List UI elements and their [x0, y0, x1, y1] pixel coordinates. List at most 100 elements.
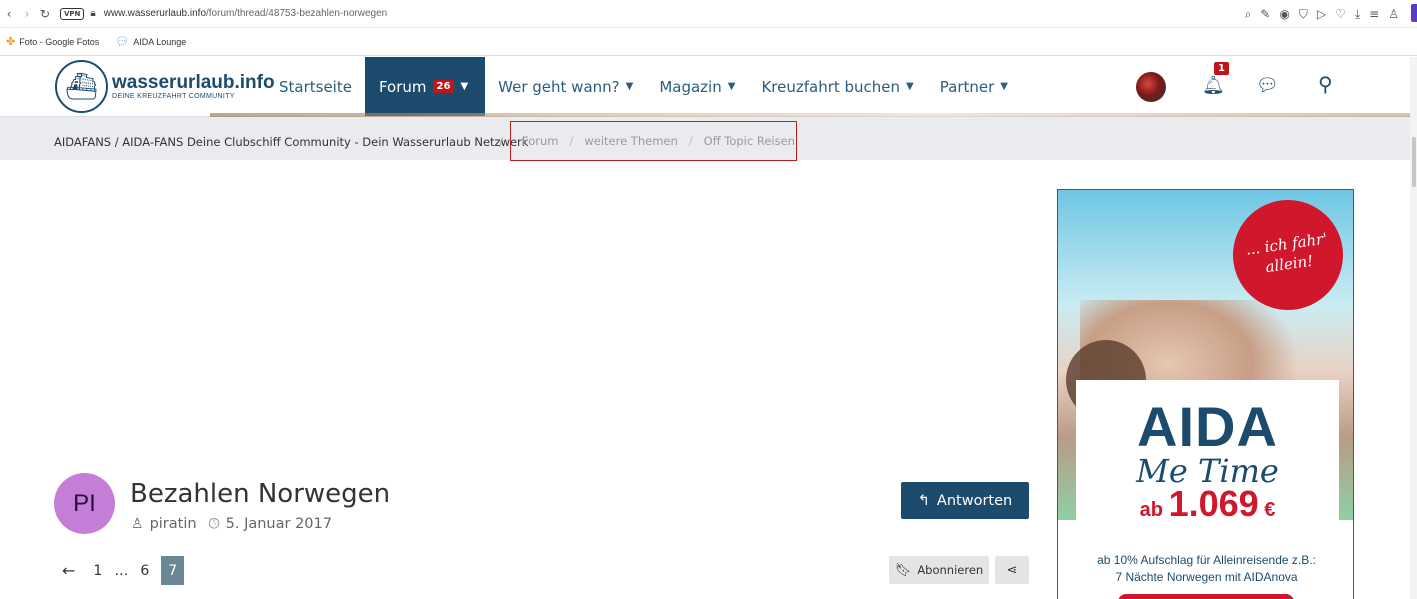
chat-bubble-icon: 💬︎	[115, 36, 130, 48]
breadcrumb-separator: /	[499, 135, 503, 149]
nav-item-startseite[interactable]: Startseite	[266, 57, 365, 116]
bookmark-google-fotos[interactable]: ✤ Foto - Google Fotos	[6, 35, 99, 48]
nav-item-forum[interactable]: Forum 26 ▼	[364, 57, 486, 116]
clock-icon: 🕓︎	[208, 516, 220, 532]
download-icon[interactable]: ⤓	[1355, 7, 1360, 22]
ad-card: AIDA Me Time ab 1.069 €	[1076, 380, 1339, 522]
main-nav: Startseite Forum 26 ▼ Wer geht wann? ▼ M…	[266, 57, 1021, 116]
browser-sidebar-edge	[1411, 4, 1417, 22]
pinwheel-icon: ✤	[6, 36, 16, 48]
reply-icon: ↰	[917, 492, 930, 509]
url-path: /forum/thread/48753-bezahlen-norwegen	[206, 8, 388, 19]
menu-icon[interactable]: ≡	[1369, 7, 1379, 21]
url-host: www.wasserurlaub.info	[103, 8, 206, 19]
caret-down-icon: ▼	[906, 81, 914, 92]
breadcrumb-separator: /	[688, 134, 693, 148]
pagination: ← 1 … 6 7	[62, 556, 185, 585]
thread-meta: ♙ piratin 🕓︎ 5. Januar 2017	[131, 516, 332, 532]
notification-badge: 1	[1214, 62, 1229, 75]
page-link[interactable]: 6	[140, 563, 149, 579]
edit-icon[interactable]: ✎	[1260, 7, 1270, 21]
nav-label: Magazin	[659, 77, 722, 96]
author-avatar[interactable]: PI	[54, 473, 115, 534]
caret-down-icon: ▼	[625, 81, 634, 92]
camera-icon[interactable]: ◉	[1279, 7, 1289, 21]
bell-icon[interactable]: 🔔︎	[1202, 75, 1225, 96]
nav-label: Startseite	[279, 77, 352, 96]
ad-footer: ab 10% Aufschlag für Alleinreisende z.B.…	[1058, 520, 1353, 599]
ad-currency: €	[1264, 499, 1276, 521]
logo-title: wasserurlaub.info	[112, 72, 275, 93]
page-link[interactable]: 1	[93, 563, 102, 579]
ad-price-value: 1.069	[1168, 483, 1259, 524]
bookmark-icon: 🔖︎	[894, 562, 912, 578]
nav-label: Wer geht wann?	[498, 77, 620, 96]
nav-item-partner[interactable]: Partner ▼	[927, 57, 1021, 116]
nav-item-wer-geht-wann[interactable]: Wer geht wann? ▼	[485, 57, 646, 116]
bookmark-label: Foto - Google Fotos	[19, 36, 100, 47]
caret-down-icon: ▼	[727, 81, 736, 92]
url-field[interactable]: www.wasserurlaub.info/forum/thread/48753…	[104, 8, 388, 19]
breadcrumb-item-forum[interactable]: Forum	[522, 134, 558, 148]
search-icon[interactable]: ⚲	[1318, 72, 1333, 96]
zoom-icon[interactable]: ⌕	[1245, 7, 1252, 22]
thread-author[interactable]: piratin	[150, 516, 197, 532]
breadcrumb-root[interactable]: AIDAFANS / AIDA-FANS Deine Clubschiff Co…	[54, 135, 528, 149]
conversations-icon[interactable]: 💬︎	[1256, 75, 1279, 96]
forward-icon[interactable]: ›	[18, 7, 36, 21]
breadcrumb: AIDAFANS / AIDA-FANS Deine Clubschiff Co…	[0, 113, 1410, 161]
nav-item-kreuzfahrt-buchen[interactable]: Kreuzfahrt buchen ▼	[748, 57, 926, 116]
shield-icon[interactable]: ⛉	[1299, 7, 1308, 22]
back-icon[interactable]: ‹	[0, 7, 18, 21]
lock-icon[interactable]: 🔒︎	[90, 8, 95, 19]
page-current[interactable]: 7	[161, 556, 185, 585]
breadcrumb-item-weitere-themen[interactable]: weitere Themen	[584, 134, 677, 148]
site-logo[interactable]: ⛴ wasserurlaub.info DEINE KREUZFAHRT COM…	[55, 60, 275, 113]
breadcrumb-item-off-topic[interactable]: Off Topic Reisen	[704, 134, 795, 148]
ad-tagline: Me Time	[1136, 452, 1279, 490]
logo-text: wasserurlaub.info DEINE KREUZFAHRT COMMU…	[112, 72, 275, 101]
profile-icon[interactable]: ♙	[1388, 7, 1399, 21]
arrow-left-icon[interactable]: ←	[62, 561, 75, 580]
caret-down-icon[interactable]: ▼	[460, 81, 468, 92]
reply-button[interactable]: ↰ Antworten	[901, 482, 1029, 519]
share-button[interactable]: ⋖	[995, 556, 1029, 584]
vpn-icon[interactable]: VPN	[60, 7, 85, 20]
reply-label: Antworten	[936, 492, 1013, 509]
header-user-area: 🔔︎ 1 💬︎ ⚲	[1090, 57, 1410, 116]
ship-icon: ⛴	[55, 60, 108, 113]
ad-cta-button[interactable]	[1118, 594, 1294, 599]
site-header: ⛴ wasserurlaub.info DEINE KREUZFAHRT COM…	[0, 57, 1410, 117]
ad-banner[interactable]: ... ich fahr' allein! AIDA Me Time ab 1.…	[1057, 189, 1354, 599]
breadcrumb-separator: /	[569, 134, 574, 148]
share-icon: ⋖	[1006, 562, 1018, 578]
bookmarks-bar: ✤ Foto - Google Fotos 💬︎ AIDA Lounge	[0, 28, 1417, 56]
subscribe-label: Abonnieren	[917, 563, 984, 577]
scrollbar-thumb[interactable]	[1412, 137, 1416, 187]
nav-label: Partner	[939, 77, 995, 96]
page-title: Bezahlen Norwegen	[130, 479, 391, 509]
user-icon: ♙	[131, 516, 144, 532]
scrollbar[interactable]	[1410, 57, 1417, 599]
page-ellipsis[interactable]: …	[114, 563, 128, 579]
forum-count-badge: 26	[432, 80, 455, 93]
browser-toolbar: ⌕ ✎ ◉ ⛉ ▷ ♡ ⤓ ≡ ♙	[1245, 0, 1399, 28]
thread-date[interactable]: 5. Januar 2017	[226, 516, 332, 532]
user-avatar[interactable]	[1136, 72, 1166, 102]
logo-subtitle: DEINE KREUZFAHRT COMMUNITY	[112, 93, 235, 100]
ad-price-prefix: ab	[1139, 499, 1163, 521]
nav-label: Kreuzfahrt buchen	[761, 77, 901, 96]
reload-icon[interactable]: ↻	[36, 7, 54, 21]
subscribe-button[interactable]: 🔖︎ Abonnieren	[889, 556, 989, 584]
caret-down-icon: ▼	[1000, 81, 1008, 92]
breadcrumb-highlight: Forum / weitere Themen / Off Topic Reise…	[510, 121, 797, 161]
browser-address-bar: ‹ › ↻ VPN 🔒︎ www.wasserurlaub.info/forum…	[0, 0, 1417, 28]
ad-footer-line1: ab 10% Aufschlag für Alleinreisende z.B.…	[1097, 553, 1316, 567]
nav-label: Forum	[378, 77, 427, 96]
nav-item-magazin[interactable]: Magazin ▼	[646, 57, 748, 116]
bookmark-label: AIDA Lounge	[133, 36, 187, 47]
heart-icon[interactable]: ♡	[1335, 7, 1346, 21]
bookmark-aida-lounge[interactable]: 💬︎ AIDA Lounge	[115, 35, 186, 48]
play-icon[interactable]: ▷	[1317, 7, 1326, 21]
ad-brand: AIDA	[1137, 395, 1278, 458]
